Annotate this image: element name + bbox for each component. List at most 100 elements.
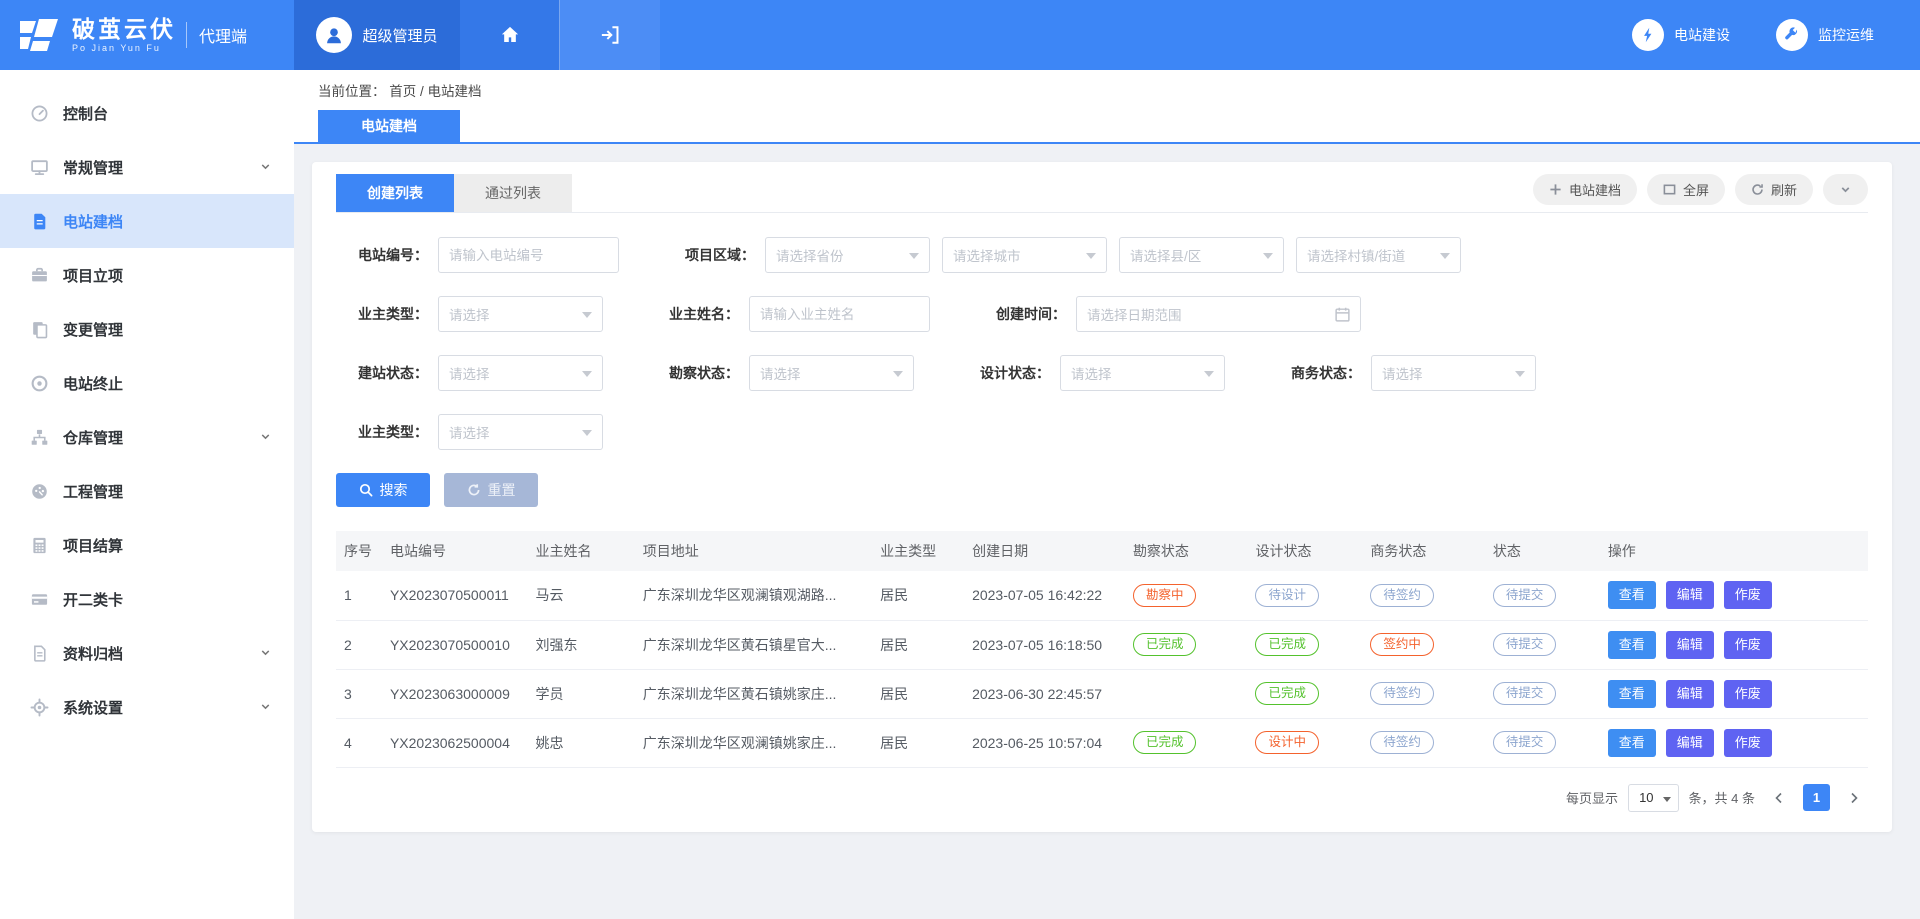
field-label: 建站状态： — [336, 363, 428, 383]
edit-button[interactable]: 编辑 — [1666, 729, 1714, 757]
sidebar-item-system-settings[interactable]: 系统设置 — [0, 680, 294, 734]
cell-business-status: 签约中 — [1362, 620, 1485, 669]
reset-button[interactable]: 重置 — [444, 473, 538, 507]
sidebar-item-console[interactable]: 控制台 — [0, 86, 294, 140]
topbar-item-label: 电站建设 — [1674, 25, 1730, 45]
project-region-select-1[interactable]: 请选择城市 — [942, 237, 1107, 273]
sidebar-item-open-type2-card[interactable]: 开二类卡 — [0, 572, 294, 626]
project-region-select-3[interactable]: 请选择村镇/街道 — [1296, 237, 1461, 273]
field-label: 电站编号： — [336, 245, 428, 265]
filter-field-survey-status: 勘察状态：请选择 — [647, 355, 914, 391]
sidebar-item-label: 仓库管理 — [63, 427, 123, 448]
status-badge: 待签约 — [1370, 584, 1434, 607]
design-status-select[interactable]: 请选择 — [1060, 355, 1225, 391]
sidebar-item-project-setup[interactable]: 项目立项 — [0, 248, 294, 302]
brand-logo-icon — [16, 15, 62, 55]
breadcrumb-separator: / — [420, 84, 428, 99]
business-status-select[interactable]: 请选择 — [1371, 355, 1536, 391]
next-page-button[interactable] — [1840, 784, 1868, 812]
cell-design-status: 已完成 — [1247, 620, 1362, 669]
cell-created: 2023-06-30 22:45:57 — [964, 669, 1125, 718]
edit-button[interactable]: 编辑 — [1666, 631, 1714, 659]
view-button[interactable]: 查看 — [1608, 729, 1656, 757]
collapse-button[interactable] — [1823, 174, 1868, 205]
per-page-label: 每页显示 — [1566, 788, 1618, 807]
cell-design-status: 设计中 — [1247, 718, 1362, 767]
owner-type-select[interactable]: 请选择 — [438, 296, 603, 332]
cell-created: 2023-06-25 10:57:04 — [964, 718, 1125, 767]
page-tab-station-archive[interactable]: 电站建档 — [318, 110, 460, 142]
cell-owner-name: 姚忠 — [527, 718, 634, 767]
chevron-right-icon — [1848, 792, 1860, 804]
edit-button[interactable]: 编辑 — [1666, 581, 1714, 609]
field-label: 创建时间： — [974, 304, 1066, 324]
view-button[interactable]: 查看 — [1608, 631, 1656, 659]
survey-status-select[interactable]: 请选择 — [749, 355, 914, 391]
sidebar-item-warehouse-mgmt[interactable]: 仓库管理 — [0, 410, 294, 464]
prev-page-button[interactable] — [1765, 784, 1793, 812]
reset-icon — [467, 483, 481, 497]
tab-create-list[interactable]: 创建列表 — [336, 174, 454, 212]
column-header: 创建日期 — [964, 531, 1125, 571]
cell-actions: 查看编辑作废 — [1600, 669, 1868, 718]
search-icon — [359, 483, 373, 497]
sidebar-item-data-archive[interactable]: 资料归档 — [0, 626, 294, 680]
cell-owner-type: 居民 — [872, 718, 964, 767]
create-time-date-range[interactable]: 请选择日期范围 — [1076, 296, 1361, 332]
date-placeholder: 请选择日期范围 — [1087, 304, 1182, 324]
logout-button[interactable] — [560, 0, 660, 70]
void-button[interactable]: 作废 — [1724, 729, 1772, 757]
pagination: 每页显示 10 条，共 4 条 1 — [336, 784, 1868, 812]
topbar-item-monitor-ops[interactable]: 监控运维 — [1776, 19, 1874, 51]
sidebar-item-change-mgmt[interactable]: 变更管理 — [0, 302, 294, 356]
sidebar-item-project-settle[interactable]: 项目结算 — [0, 518, 294, 572]
chevron-down-icon — [909, 253, 919, 259]
sidebar-item-station-archive[interactable]: 电站建档 — [0, 194, 294, 248]
view-button[interactable]: 查看 — [1608, 680, 1656, 708]
station-code-input[interactable] — [438, 237, 619, 273]
content-card: 创建列表通过列表 电站建档全屏刷新 电站编号：项目区域：请选择省份请选择城市请选… — [312, 162, 1892, 832]
project-region-select-0[interactable]: 请选择省份 — [765, 237, 930, 273]
table-row: 4YX2023062500004姚忠广东深圳龙华区观澜镇姚家庄...居民2023… — [336, 718, 1868, 767]
home-button[interactable] — [460, 0, 560, 70]
brand-side-label: 代理端 — [199, 23, 247, 47]
add-station-button[interactable]: 电站建档 — [1533, 174, 1637, 205]
tab-passed-list[interactable]: 通过列表 — [454, 174, 572, 212]
search-button[interactable]: 搜索 — [336, 473, 430, 507]
fullscreen-button[interactable]: 全屏 — [1647, 174, 1725, 205]
field-label: 项目区域： — [663, 245, 755, 265]
owner-type-2-select[interactable]: 请选择 — [438, 414, 603, 450]
build-status-select[interactable]: 请选择 — [438, 355, 603, 391]
user-menu[interactable]: 超级管理员 — [294, 0, 460, 70]
cell-address: 广东深圳龙华区黄石镇星官大... — [635, 620, 872, 669]
page-size-select[interactable]: 10 — [1628, 784, 1678, 812]
breadcrumb-home-link[interactable]: 首页 — [389, 84, 416, 99]
column-header: 序号 — [336, 531, 382, 571]
page-number-1[interactable]: 1 — [1803, 784, 1830, 811]
void-button[interactable]: 作废 — [1724, 680, 1772, 708]
chevron-down-icon — [1204, 371, 1214, 377]
edit-button[interactable]: 编辑 — [1666, 680, 1714, 708]
cell-station-code: YX2023070500011 — [382, 571, 528, 620]
select-placeholder: 请选择 — [449, 304, 490, 324]
void-button[interactable]: 作废 — [1724, 631, 1772, 659]
owner-name-input[interactable] — [749, 296, 930, 332]
cell-survey-status: 已完成 — [1125, 718, 1248, 767]
chevron-down-icon — [582, 371, 592, 377]
sidebar-item-engineering-mgmt[interactable]: 工程管理 — [0, 464, 294, 518]
table-row: 1YX2023070500011马云广东深圳龙华区观澜镇观湖路...居民2023… — [336, 571, 1868, 620]
filter-buttons: 搜索 重置 — [336, 473, 1868, 507]
sidebar-item-station-terminate[interactable]: 电站终止 — [0, 356, 294, 410]
topbar-item-station-build[interactable]: 电站建设 — [1632, 19, 1730, 51]
cell-design-status: 已完成 — [1247, 669, 1362, 718]
chevron-down-icon — [1515, 371, 1525, 377]
filter-row: 电站编号： 项目区域： 请选择省份请选择城市请选择县/区请选择村镇/街道 — [336, 237, 1868, 273]
list-tabs: 创建列表通过列表 — [336, 174, 572, 212]
void-button[interactable]: 作废 — [1724, 581, 1772, 609]
refresh-button[interactable]: 刷新 — [1735, 174, 1813, 205]
view-button[interactable]: 查看 — [1608, 581, 1656, 609]
reset-button-label: 重置 — [488, 480, 516, 500]
sidebar-item-general-mgmt[interactable]: 常规管理 — [0, 140, 294, 194]
calendar-icon — [1334, 306, 1351, 326]
project-region-select-2[interactable]: 请选择县/区 — [1119, 237, 1284, 273]
